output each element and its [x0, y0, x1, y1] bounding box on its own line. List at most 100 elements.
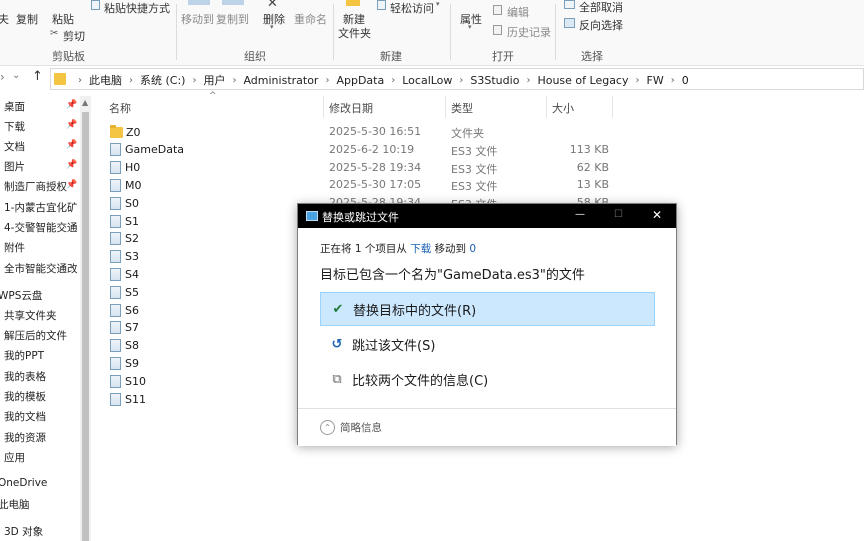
file-row[interactable]: S11 — [110, 391, 146, 407]
file-row[interactable]: S2 — [110, 231, 139, 247]
column-header-date[interactable]: 修改日期 — [329, 100, 373, 116]
breadcrumb-item[interactable]: 此电脑 — [89, 72, 122, 88]
nav-item[interactable]: 我的PPT — [4, 348, 44, 363]
fewer-details-button[interactable]: 简略信息 — [340, 420, 382, 435]
nav-item[interactable]: OneDrive — [0, 477, 47, 489]
breadcrumb-chevron-icon[interactable]: › — [671, 75, 675, 86]
recent-dropdown-icon[interactable]: ⌄ — [12, 70, 20, 81]
scrollbar-thumb[interactable] — [82, 112, 89, 541]
nav-item[interactable]: 应用 — [4, 450, 25, 465]
breadcrumb-chevron-icon[interactable]: › — [78, 75, 82, 86]
minimize-icon[interactable]: — — [575, 209, 585, 220]
nav-item[interactable]: 此电脑 — [0, 497, 30, 512]
breadcrumb-item[interactable]: FW — [647, 74, 664, 87]
file-row[interactable]: S7 — [110, 320, 139, 336]
file-row[interactable]: S5 — [110, 284, 139, 300]
chevron-up-icon[interactable]: ⌃ — [320, 420, 335, 435]
copy-to-button[interactable]: 复制到 — [216, 11, 249, 27]
file-row[interactable]: Z0 — [110, 124, 141, 140]
file-row[interactable]: S9 — [110, 355, 139, 371]
nav-item[interactable]: 4-交警智能交通 — [4, 220, 77, 235]
source-folder-link[interactable]: 下载 — [410, 243, 431, 255]
file-row[interactable]: GameData — [110, 142, 184, 158]
history-button[interactable]: 历史记录 — [507, 24, 551, 40]
cut-partial-label[interactable]: 夫 — [0, 11, 9, 27]
breadcrumb-item[interactable]: 系统 (C:) — [140, 72, 185, 88]
move-to-button[interactable]: 移动到 — [181, 11, 214, 27]
delete-button[interactable]: 删除 — [263, 11, 285, 27]
nav-item[interactable]: 解压后的文件 — [4, 328, 67, 343]
column-header-type[interactable]: 类型 — [451, 100, 473, 116]
column-divider[interactable] — [546, 96, 547, 118]
file-row[interactable]: S4 — [110, 266, 139, 282]
breadcrumb-item[interactable]: S3Studio — [470, 74, 519, 87]
replace-option[interactable]: ✔ 替换目标中的文件(R) — [320, 292, 655, 326]
cut-button[interactable]: 剪切 — [63, 28, 85, 44]
nav-item[interactable]: 全市智能交通改 — [4, 261, 78, 276]
easy-access-dropdown-icon[interactable]: ▾ — [436, 0, 440, 8]
column-divider[interactable] — [445, 96, 446, 118]
select-none-button[interactable]: 全部取消 — [579, 0, 623, 15]
column-divider[interactable] — [612, 96, 613, 118]
file-row[interactable]: S0 — [110, 195, 139, 211]
nav-item[interactable]: WPS云盘 — [0, 288, 42, 303]
breadcrumb-item[interactable]: Administrator — [243, 74, 318, 87]
breadcrumb[interactable]: › 此电脑 › 系统 (C:) › 用户 › Administrator › AppData › Lo… — [50, 68, 864, 90]
breadcrumb-chevron-icon[interactable]: › — [391, 75, 395, 86]
destination-folder-link[interactable]: 0 — [469, 243, 476, 255]
delete-dropdown-icon[interactable]: ▾ — [270, 23, 274, 31]
breadcrumb-chevron-icon[interactable]: › — [129, 75, 133, 86]
breadcrumb-chevron-icon[interactable]: › — [192, 75, 196, 86]
file-row[interactable]: H0 — [110, 160, 140, 176]
file-row[interactable]: S10 — [110, 373, 146, 389]
file-row[interactable]: S1 — [110, 213, 139, 229]
dialog-title-bar[interactable]: 替换或跳过文件 — ☐ ✕ — [298, 204, 676, 228]
breadcrumb-item[interactable]: House of Legacy — [537, 74, 628, 87]
nav-item[interactable]: 3D 对象 — [4, 524, 43, 539]
file-row[interactable]: S6 — [110, 302, 139, 318]
copy-button[interactable]: 复制 — [16, 11, 38, 27]
forward-arrow-icon[interactable]: › — [0, 70, 5, 84]
nav-item[interactable]: 制造厂商授权 — [4, 179, 67, 194]
file-row[interactable]: S8 — [110, 338, 139, 354]
nav-scrollbar[interactable]: ▲ — [80, 96, 91, 541]
up-arrow-icon[interactable]: ↑ — [32, 69, 43, 84]
nav-item[interactable]: 我的模板 — [4, 389, 46, 404]
column-divider[interactable] — [323, 96, 324, 118]
nav-item[interactable]: 附件 — [4, 240, 25, 255]
skip-option[interactable]: ↺ 跳过该文件(S) — [320, 327, 655, 361]
nav-item[interactable]: 桌面 — [4, 99, 25, 114]
nav-item[interactable]: 下载 — [4, 119, 25, 134]
file-row[interactable]: M0 — [110, 177, 142, 193]
easy-access-button[interactable]: 轻松访问 — [390, 0, 434, 16]
breadcrumb-item[interactable]: 用户 — [203, 72, 225, 88]
nav-item[interactable]: 文档 — [4, 139, 25, 154]
nav-item[interactable]: 我的表格 — [4, 369, 46, 384]
breadcrumb-item[interactable]: 0 — [682, 74, 689, 87]
nav-item[interactable]: 我的文档 — [4, 409, 46, 424]
breadcrumb-chevron-icon[interactable]: › — [232, 75, 236, 86]
breadcrumb-item[interactable]: LocalLow — [402, 74, 452, 87]
properties-dropdown-icon[interactable]: ▾ — [468, 23, 472, 31]
rename-button[interactable]: 重命名 — [294, 11, 327, 27]
edit-button[interactable]: 编辑 — [507, 4, 529, 20]
breadcrumb-chevron-icon[interactable]: › — [526, 75, 530, 86]
breadcrumb-chevron-icon[interactable]: › — [636, 75, 640, 86]
compare-option[interactable]: ⧉ 比较两个文件的信息(C) — [320, 362, 655, 396]
scroll-up-icon[interactable]: ▲ — [82, 98, 88, 107]
paste-shortcut-button[interactable]: 粘贴快捷方式 — [104, 0, 170, 16]
nav-item[interactable]: 共享文件夹 — [4, 308, 57, 323]
column-header-size[interactable]: 大小 — [552, 100, 574, 116]
breadcrumb-item[interactable]: AppData — [336, 74, 384, 87]
new-folder-line2[interactable]: 文件夹 — [338, 25, 371, 41]
invert-selection-button[interactable]: 反向选择 — [579, 17, 623, 33]
close-icon[interactable]: ✕ — [652, 208, 662, 222]
nav-item[interactable]: 图片 — [4, 159, 25, 174]
nav-item[interactable]: 1-内蒙古宜化矿 — [4, 200, 77, 215]
breadcrumb-chevron-icon[interactable]: › — [459, 75, 463, 86]
nav-item[interactable]: 我的资源 — [4, 430, 46, 445]
file-row[interactable]: S3 — [110, 249, 139, 265]
paste-button[interactable]: 粘贴 — [52, 11, 74, 27]
column-header-name[interactable]: 名称 — [109, 100, 131, 116]
breadcrumb-chevron-icon[interactable]: › — [325, 75, 329, 86]
